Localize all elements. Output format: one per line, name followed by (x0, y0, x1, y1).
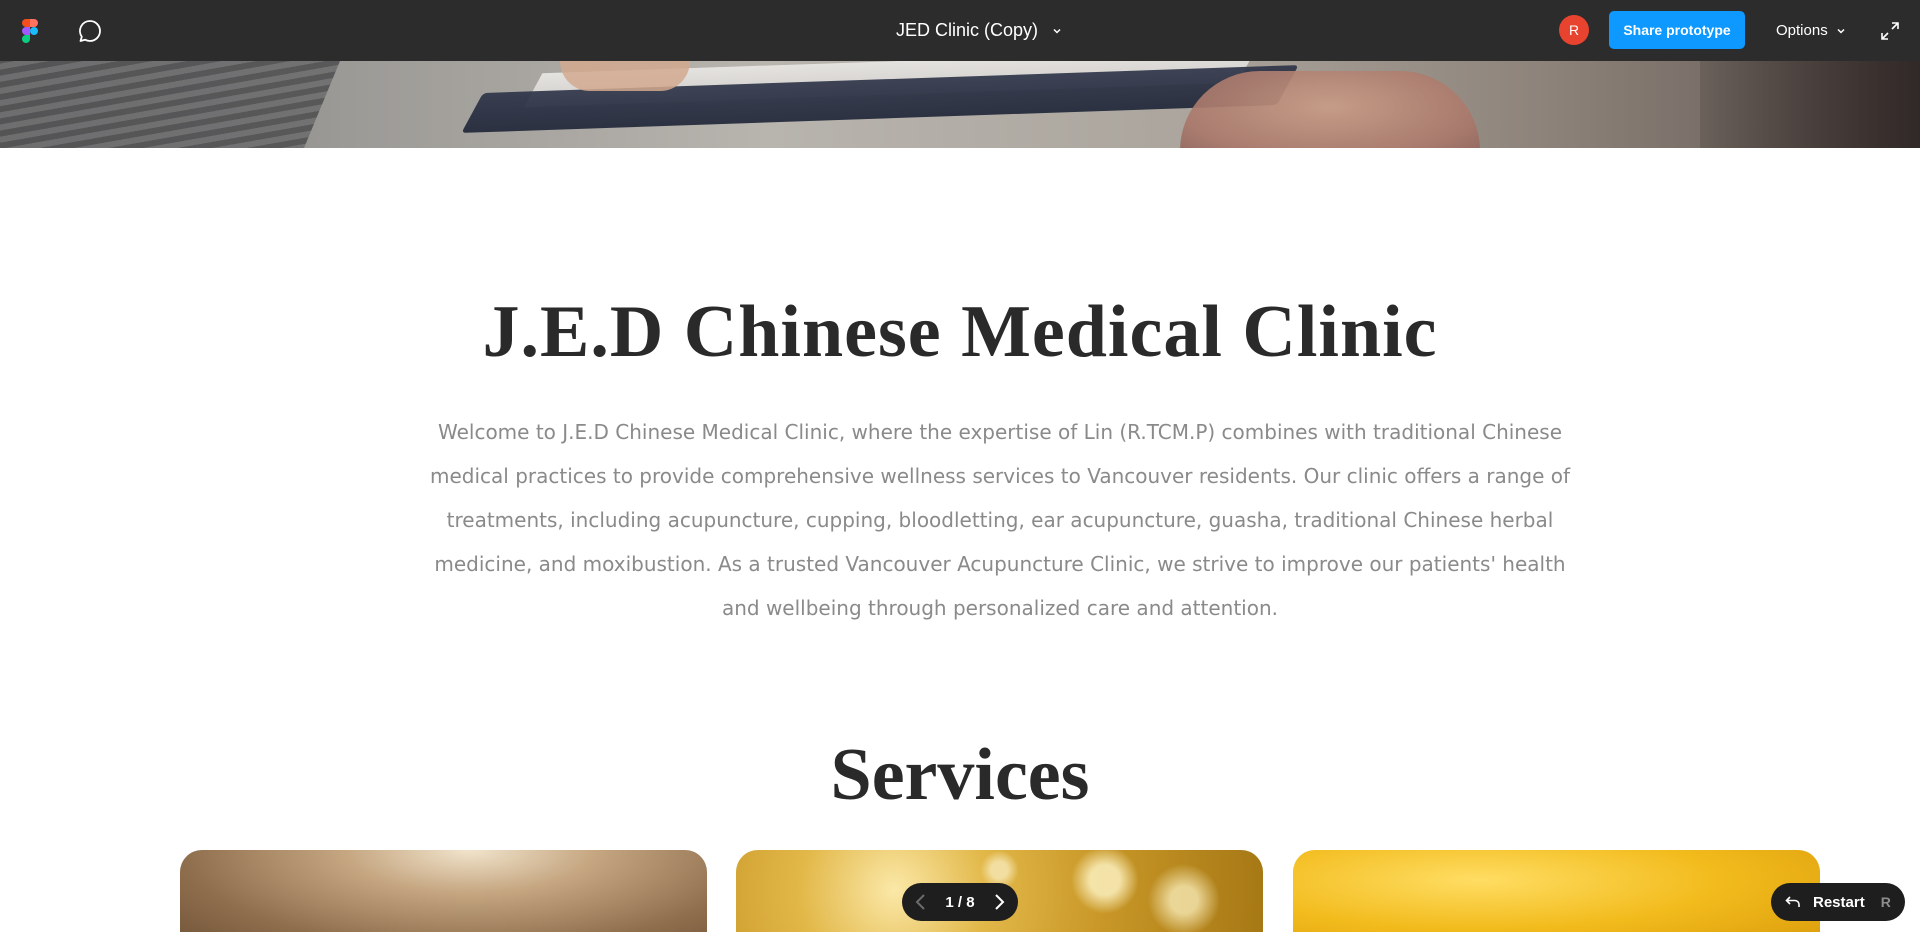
intro-paragraph: Welcome to J.E.D Chinese Medical Clinic,… (430, 420, 1571, 620)
restart-label: Restart (1813, 893, 1865, 911)
hand-graphic (1180, 71, 1480, 148)
chevron-down-icon (1053, 28, 1061, 34)
prototype-toolbar: JED Clinic (Copy) R Share prototype Opti… (0, 0, 1920, 61)
hand-graphic (560, 61, 690, 91)
options-label: Options (1776, 22, 1828, 39)
hero-image (0, 61, 1920, 148)
clinic-title: J.E.D Chinese Medical Clinic (482, 291, 1438, 373)
restart-button[interactable]: Restart R (1771, 883, 1905, 921)
page-indicator: 1 / 8 (945, 893, 975, 911)
service-card[interactable] (180, 850, 707, 932)
chevron-left-icon (915, 894, 925, 910)
expand-icon[interactable] (1880, 21, 1900, 41)
options-menu-button[interactable]: Options (1776, 0, 1846, 61)
services-heading: Services (830, 734, 1090, 816)
restart-shortcut-key: R (1880, 894, 1891, 910)
user-avatar[interactable]: R (1559, 15, 1589, 45)
prototype-page-navigator: 1 / 8 (902, 883, 1018, 921)
share-prototype-button[interactable]: Share prototype (1609, 11, 1745, 49)
service-card[interactable] (1293, 850, 1820, 932)
next-frame-button[interactable] (988, 891, 1010, 913)
shadow-graphic (1700, 61, 1920, 148)
comment-icon[interactable] (77, 18, 103, 44)
figma-logo-icon[interactable] (22, 19, 38, 43)
restart-arrow-icon (1785, 896, 1800, 907)
previous-frame-button[interactable] (910, 891, 932, 913)
file-title: JED Clinic (Copy) (895, 20, 1039, 40)
chevron-right-icon (995, 894, 1005, 910)
file-title-menu[interactable]: JED Clinic (Copy) (896, 20, 1062, 41)
chevron-down-icon (1837, 28, 1845, 34)
laptop-keyboard-graphic (0, 61, 340, 148)
